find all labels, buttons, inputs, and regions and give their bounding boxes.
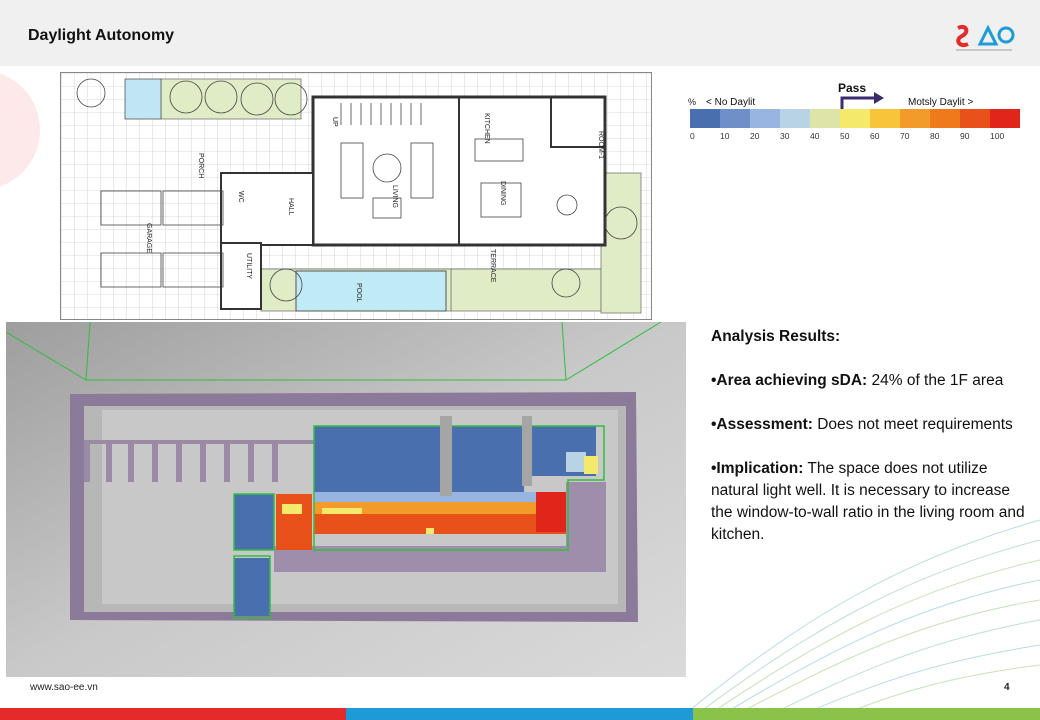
- legend-swatch: [720, 109, 750, 128]
- page-number: 4: [1004, 682, 1010, 693]
- svg-text:DINING: DINING: [499, 181, 506, 206]
- legend-tick-label: 20: [750, 131, 760, 141]
- legend-swatch: [900, 109, 930, 128]
- legend-mostly-daylit: Motsly Daylit >: [908, 97, 973, 108]
- legend-swatch: [990, 109, 1020, 128]
- legend-tick-label: 30: [780, 131, 790, 141]
- legend-tick-label: 60: [870, 131, 880, 141]
- legend-swatch: [870, 109, 900, 128]
- daylight-legend: Pass % < No Daylit Motsly Daylit > 0 10 20…: [686, 78, 1031, 148]
- legend-tick-label: 100: [990, 131, 1004, 141]
- legend-swatch: [930, 109, 960, 128]
- legend-tick-label: 70: [900, 131, 910, 141]
- legend-swatch: [810, 109, 840, 128]
- footer-bar-green: [693, 708, 1040, 720]
- legend-swatch: [750, 109, 780, 128]
- svg-text:ROOM-1: ROOM-1: [597, 131, 604, 159]
- floor-plan: PORCH GARAGE WC HALL UTILITY POOL LIVING…: [60, 72, 652, 320]
- pool: [295, 270, 447, 312]
- legend-swatch: [780, 109, 810, 128]
- footer-bar-blue: [346, 708, 693, 720]
- legend-tick-label: 0: [690, 131, 695, 141]
- pass-label: Pass: [838, 81, 866, 95]
- legend-scale: Pass % < No Daylit Motsly Daylit > 0 10 20…: [688, 81, 1020, 141]
- analysis-heading: Analysis Results:: [711, 328, 841, 345]
- legend-tick-label: 10: [720, 131, 730, 141]
- room-label: PORCH: [197, 153, 204, 178]
- svg-text:WC: WC: [237, 191, 244, 203]
- analysis-results: Analysis Results: •Area achieving sDA: 2…: [711, 326, 1026, 568]
- svg-text:POOL: POOL: [355, 283, 362, 303]
- legend-swatch: [960, 109, 990, 128]
- slide-header: Daylight Autonomy: [0, 0, 1040, 66]
- daylight-simulation-render: [5, 321, 686, 677]
- svg-text:TERRACE: TERRACE: [489, 249, 496, 283]
- svg-text:KITCHEN: KITCHEN: [483, 113, 490, 144]
- footer-url: www.sao-ee.vn: [30, 682, 98, 693]
- analysis-item: •Area achieving sDA: 24% of the 1F area: [711, 372, 1004, 389]
- floor-plan-drawing: PORCH GARAGE WC HALL UTILITY POOL LIVING…: [61, 73, 651, 319]
- legend-no-daylit: < No Daylit: [706, 97, 755, 108]
- slide-title: Daylight Autonomy: [28, 27, 175, 44]
- analysis-item: •Implication: The space does not utilize…: [711, 460, 1025, 543]
- analysis-item: •Assessment: Does not meet requirements: [711, 416, 1013, 433]
- svg-text:LIVING: LIVING: [391, 185, 398, 208]
- svg-text:UTILITY: UTILITY: [245, 253, 252, 279]
- legend-swatch: [690, 109, 720, 128]
- legend-unit: %: [688, 97, 696, 107]
- legend-tick-label: 80: [930, 131, 940, 141]
- svg-text:HALL: HALL: [287, 198, 294, 216]
- legend-tick-label: 90: [960, 131, 970, 141]
- svg-text:GARAGE: GARAGE: [145, 223, 152, 253]
- legend-tick-label: 50: [840, 131, 850, 141]
- svg-text:UP: UP: [331, 117, 338, 127]
- pass-arrow-icon: [874, 92, 884, 104]
- footer-bar-red: [0, 708, 346, 720]
- company-logo: [956, 24, 1015, 51]
- render-image: [5, 321, 686, 677]
- legend-swatch: [840, 109, 870, 128]
- legend-tick-label: 40: [810, 131, 820, 141]
